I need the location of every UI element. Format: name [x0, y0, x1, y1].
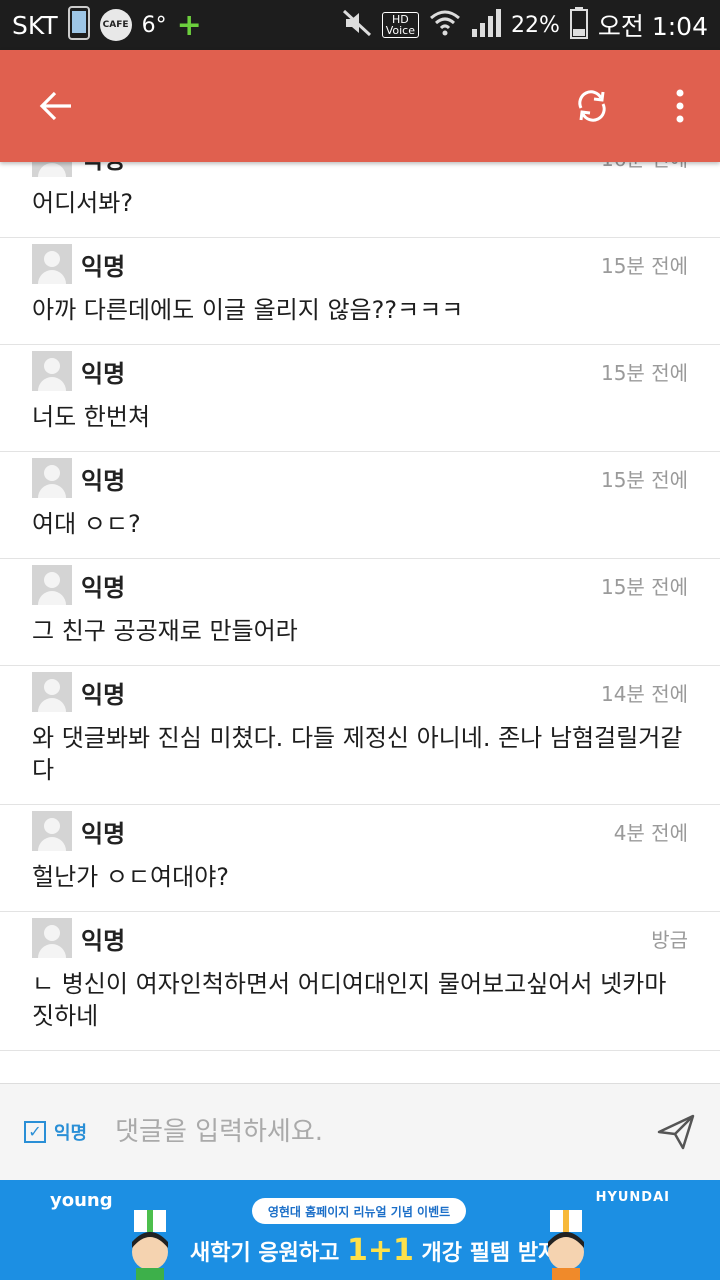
wifi-icon [429, 9, 461, 41]
comment-text: 여대 ㅇㄷ? [32, 510, 141, 538]
more-vert-icon [676, 89, 684, 123]
comment-item: 익명 15분 전에 그 친구 공공재로 만들어라 [0, 559, 720, 666]
clock: 오전 1:04 [597, 12, 708, 41]
comment-time: 15분 전에 [600, 467, 688, 492]
comment-item: 익명 4분 전에 헐난가 ㅇㄷ여대야? [0, 805, 720, 912]
comment-item: 익명 방금 ㄴ 병신이 여자인척하면서 어디여대인지 물어보고싶어서 넷카마 짓하… [0, 912, 720, 1051]
ad-event-title: 영현대 홈페이지 리뉴얼 기념 이벤트 [252, 1198, 466, 1224]
comment-item: 익명 14분 전에 와 댓글봐봐 진심 미쳤다. 다들 제정신 아니네. 존나 남… [0, 666, 720, 805]
anonymous-checkbox[interactable]: ✓ [24, 1121, 46, 1143]
comment-text: 아까 다른데에도 이글 올리지 않음??ㅋㅋㅋ [32, 296, 464, 324]
comment-list: 익명16분 전에 어디서봐? 익명15분 전에 아까 다른데에도 이글 올리지 … [0, 131, 720, 1051]
hyundai-logo: HYUNDAI [595, 1190, 670, 1205]
avatar [32, 351, 72, 391]
comment-author: 익명 [81, 926, 126, 955]
avatar [32, 918, 72, 958]
comment-author: 익명 [81, 573, 126, 602]
avatar [32, 565, 72, 605]
comment-author: 익명 [81, 819, 126, 848]
comment-time: 14분 전에 [600, 681, 688, 706]
ad-headline: 새학기 응원하고 1+1 개강 필템 받자! [190, 1233, 568, 1268]
app-bar [0, 50, 720, 162]
young-logo: young [50, 1190, 113, 1211]
comment-text: ㄴ 병신이 여자인척하면서 어디여대인지 물어보고싶어서 넷카마 짓하네 [32, 970, 667, 1030]
arrow-left-icon [39, 91, 71, 121]
refresh-button[interactable] [564, 78, 620, 134]
comment-author: 익명 [81, 466, 126, 495]
ad-banner[interactable]: young HYUNDAI 영현대 홈페이지 리뉴얼 기념 이벤트 새학기 응원… [0, 1180, 720, 1280]
mute-icon [342, 9, 372, 41]
comment-author: 익명 [81, 359, 126, 388]
comment-author: 익명 [81, 680, 126, 709]
comment-text: 너도 한번쳐 [32, 403, 151, 431]
ad-headline-pre: 새학기 응원하고 [190, 1241, 347, 1266]
comment-time: 15분 전에 [600, 574, 688, 599]
status-bar: SKT CAFE 6° + HD Voice 22% 오전 1:04 [0, 0, 720, 50]
comment-item: 익명 15분 전에 너도 한번쳐 [0, 345, 720, 452]
character-icon [548, 1210, 584, 1280]
comment-input[interactable] [113, 1116, 618, 1148]
anonymous-label[interactable]: 익명 [54, 1119, 87, 1145]
signal-icon [471, 9, 501, 41]
refresh-icon [578, 90, 606, 122]
battery-icon [569, 7, 588, 43]
avatar [32, 672, 72, 712]
comment-time: 15분 전에 [600, 360, 688, 385]
battery-percent: 22% [511, 12, 560, 38]
comment-author: 익명 [81, 252, 126, 281]
send-button[interactable] [656, 1112, 696, 1152]
cafe-notification-icon: CAFE [99, 9, 132, 41]
carrier-label: SKT [12, 10, 58, 40]
comment-time: 방금 [651, 927, 688, 952]
comment-item: 익명 15분 전에 여대 ㅇㄷ? [0, 452, 720, 559]
avatar [32, 244, 72, 284]
check-icon: ✓ [28, 1122, 42, 1141]
avatar [32, 458, 72, 498]
comment-text: 그 친구 공공재로 만들어라 [32, 617, 298, 645]
comment-item: 익명 15분 전에 아까 다른데에도 이글 올리지 않음??ㅋㅋㅋ [0, 238, 720, 345]
send-icon [657, 1114, 695, 1150]
comment-text: 어디서봐? [32, 189, 134, 217]
comment-time: 4분 전에 [613, 820, 688, 845]
temperature-label: 6° [141, 12, 167, 38]
comment-input-bar: ✓ 익명 [0, 1083, 720, 1180]
comment-text: 헐난가 ㅇㄷ여대야? [32, 863, 230, 891]
phone-icon [67, 6, 90, 44]
character-icon [132, 1210, 168, 1280]
back-button[interactable] [28, 78, 84, 134]
ad-headline-highlight: 1+1 [347, 1233, 414, 1268]
more-options-button[interactable] [652, 78, 708, 134]
hd-voice-icon: HD Voice [381, 12, 419, 38]
comment-text: 와 댓글봐봐 진심 미쳤다. 다들 제정신 아니네. 존나 남혐걸릴거같다 [32, 724, 683, 784]
comment-time: 15분 전에 [600, 253, 688, 278]
plus-icon: + [176, 7, 202, 43]
avatar [32, 811, 72, 851]
